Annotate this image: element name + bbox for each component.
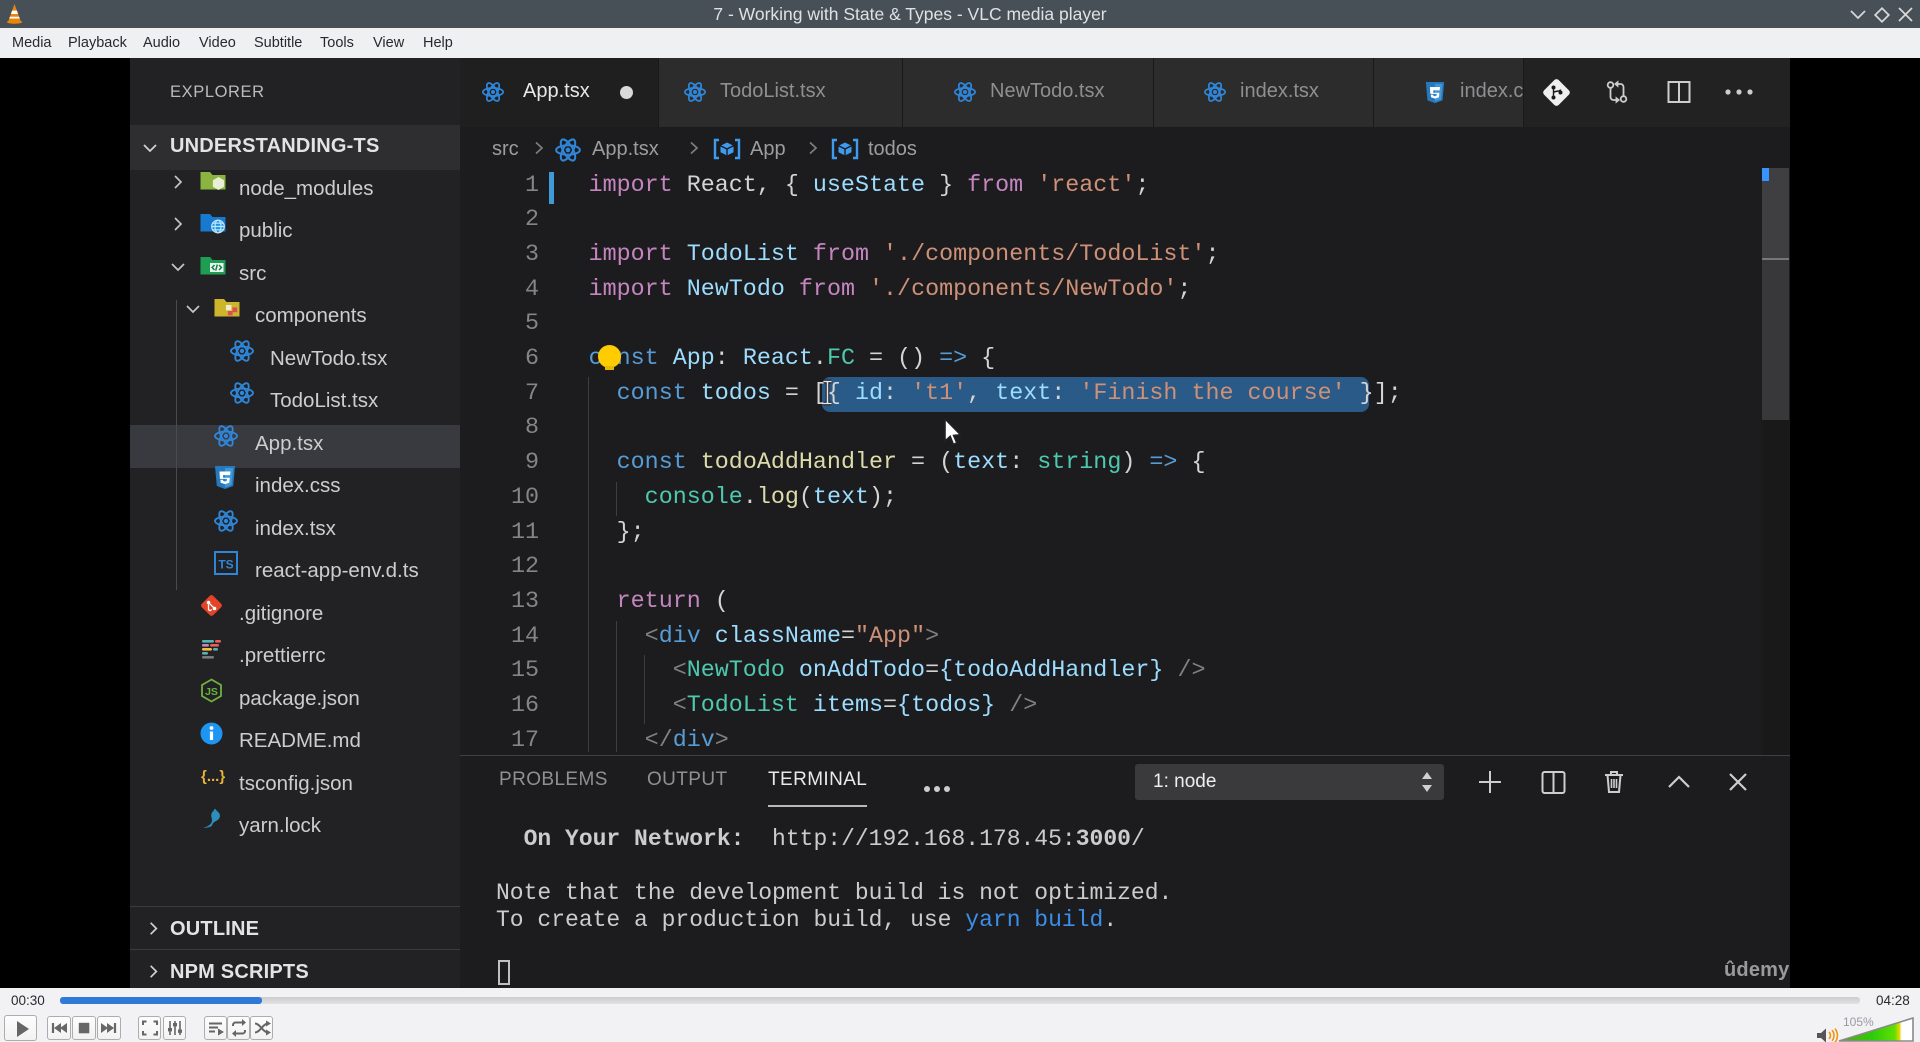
svg-text:JS: JS bbox=[205, 686, 218, 698]
svg-text:TS: TS bbox=[218, 558, 233, 572]
svg-text:{...}: {...} bbox=[201, 768, 225, 785]
